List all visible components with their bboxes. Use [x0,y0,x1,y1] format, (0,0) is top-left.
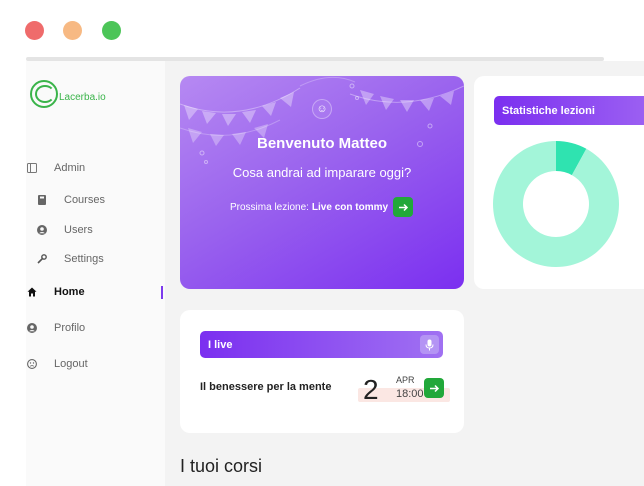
sidebar-item-courses[interactable]: Courses [37,194,105,206]
next-lesson-name: Live con tommy [311,201,389,213]
admin-panel-icon [27,163,37,173]
wrench-icon [37,254,47,264]
sidebar-item-label: Profilo [54,322,86,334]
sidebar-item-label: Logout [54,358,88,370]
sidebar-item-home[interactable]: Home [27,286,85,298]
courses-section-title: I tuoi corsi [180,456,263,476]
event-month: APR [396,375,415,385]
sidebar-item-settings[interactable]: Settings [37,253,104,265]
sidebar-item-logout[interactable]: Logout [27,358,88,370]
welcome-title: Benvenuto Matteo [256,135,387,152]
event-day: 2 [363,374,379,405]
close-window-button[interactable] [25,21,44,40]
microphone-icon [425,339,434,350]
smiley-icon: ☺ [312,99,332,119]
live-header: I live [200,331,443,358]
sidebar-item-label: Settings [64,253,104,265]
live-event-name: Il benessere per la mente [200,381,332,393]
live-event-date: 2 APR 18:00 [358,374,450,405]
event-time: 18:00 [396,388,424,400]
lessons-donut-chart [493,141,619,267]
sidebar-item-label: Courses [64,194,105,206]
profile-icon [27,323,37,333]
microphone-button[interactable] [420,335,439,354]
live-title: I live [208,338,233,351]
arrow-right-icon [429,384,439,392]
go-to-lesson-button[interactable] [393,197,414,217]
donut-slice-0 [493,141,619,267]
join-live-button[interactable] [424,378,444,398]
arrow-right-icon [398,203,408,211]
welcome-subtitle: Cosa andrai ad imparare oggi? [232,165,412,180]
active-indicator [161,286,163,299]
live-card: I live Il benessere per la mente 2 APR 1… [180,310,464,433]
sidebar-item-users[interactable]: Users [37,224,93,236]
home-icon [27,287,37,297]
sidebar-item-profilo[interactable]: Profilo [27,322,85,334]
book-icon [37,195,47,205]
sidebar-item-label: Admin [54,162,86,174]
minimize-window-button[interactable] [63,21,82,40]
next-lesson-prefix: Prossima lezione: [230,201,309,213]
user-circle-icon [37,225,47,235]
next-lesson: Prossima lezione: Live con tommy [230,197,414,217]
brand-name: Lacerba.io [59,91,106,103]
logo-icon [30,80,58,108]
logout-icon [27,359,37,369]
sidebar [26,61,165,486]
sidebar-item-label: Users [64,224,93,236]
brand-logo[interactable]: Lacerba.io [30,80,106,108]
sidebar-item-admin[interactable]: Admin [27,162,85,174]
maximize-window-button[interactable] [102,21,121,40]
welcome-card: ☺ Benvenuto Matteo Cosa andrai ad impara… [180,76,464,289]
stats-card: Statistiche lezioni [474,76,644,289]
sidebar-item-label: Home [54,286,85,298]
